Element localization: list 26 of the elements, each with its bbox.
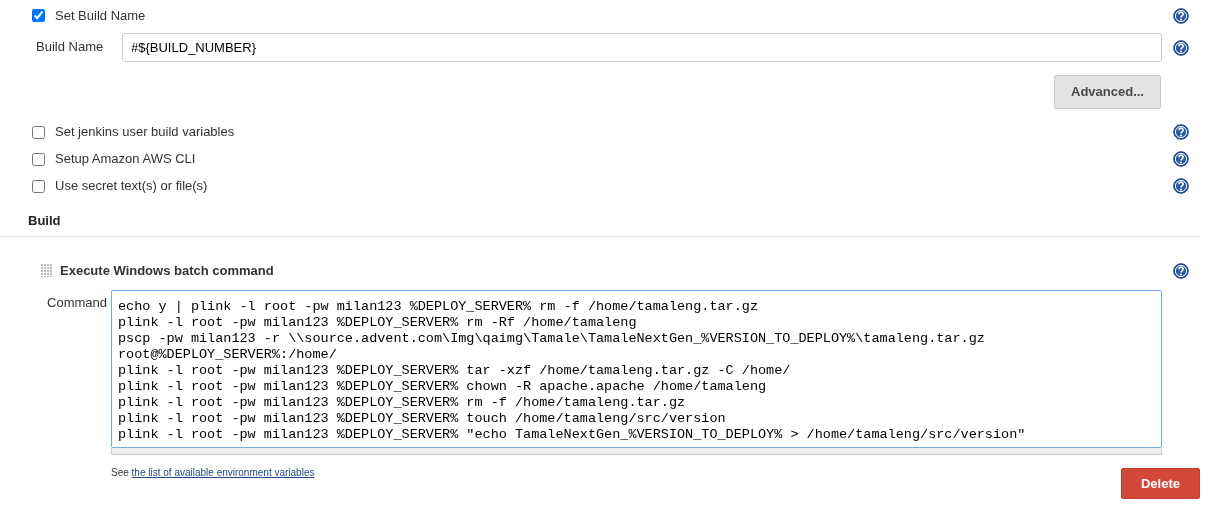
- env-variables-link[interactable]: the list of available environment variables: [131, 467, 315, 478]
- help-text: See: [111, 467, 130, 478]
- delete-button[interactable]: Delete: [1121, 468, 1200, 499]
- checkbox-label: Use secret text(s) or file(s): [55, 177, 208, 196]
- checkbox-label: Setup Amazon AWS CLI: [55, 150, 196, 169]
- help-icon[interactable]: [1173, 178, 1189, 194]
- field-label: Build Name: [35, 38, 105, 56]
- checkbox[interactable]: [32, 179, 45, 193]
- help-icon[interactable]: [1173, 262, 1189, 279]
- command-field[interactable]: echo y | plink -l root -pw milan123 %DEPLOY_SERVER% rm -f /home/tamaleng.tar.gz plink -l root -pw milan123 %DEPLOY_SERVER% rm -Rf /home/tamaleng pscp -pw milan123 -r \\source.advent.com\Img\qaimg\Tamale\TamaleNextGen_%VERSION_TO_DEPLOY%\tamaleng.tar.gz root@%DEPLOY_SERVER%:/home/ plink -l root -pw milan123 %DEPLOY_SERVER% tar -xzf /home/tamaleng.tar.gz -C /home/ plink -l root -pw milan123 %DEPLOY_SERVER% chown -R apache.apache /home/tamaleng plink -l root -pw milan123 %DEPLOY_SERVER% rm -f /home/tamaleng.tar.gz plink -l root -pw milan123 %DEPLOY_SERVER% touch /home/tamaleng/src/version plink -l root -pw milan123 %DEPLOY_SERVER% "echo TamaleNextGen_%VERSION_TO_DEPLOY% > /home/tamaleng/src/version": [111, 290, 1162, 448]
- resize-handle[interactable]: [111, 448, 1162, 455]
- checkbox[interactable]: [32, 152, 45, 166]
- field-label: Command: [46, 294, 108, 312]
- help-icon[interactable]: [1173, 39, 1189, 56]
- build-name-field[interactable]: #${BUILD_NUMBER}: [122, 33, 1162, 62]
- help-icon[interactable]: [1173, 151, 1189, 167]
- checkbox-label: Set jenkins user build variables: [55, 123, 235, 142]
- step-title: Execute Windows batch command: [60, 261, 274, 280]
- drag-handle-icon[interactable]: [41, 264, 52, 277]
- checkbox[interactable]: [32, 9, 45, 22]
- help-icon[interactable]: [1173, 124, 1189, 140]
- advanced-button[interactable]: Advanced...: [1054, 75, 1161, 109]
- checkbox[interactable]: [32, 125, 45, 139]
- checkbox-label: Set Build Name: [55, 6, 146, 25]
- help-icon[interactable]: [1173, 7, 1189, 24]
- section-heading: Build: [0, 203, 1200, 237]
